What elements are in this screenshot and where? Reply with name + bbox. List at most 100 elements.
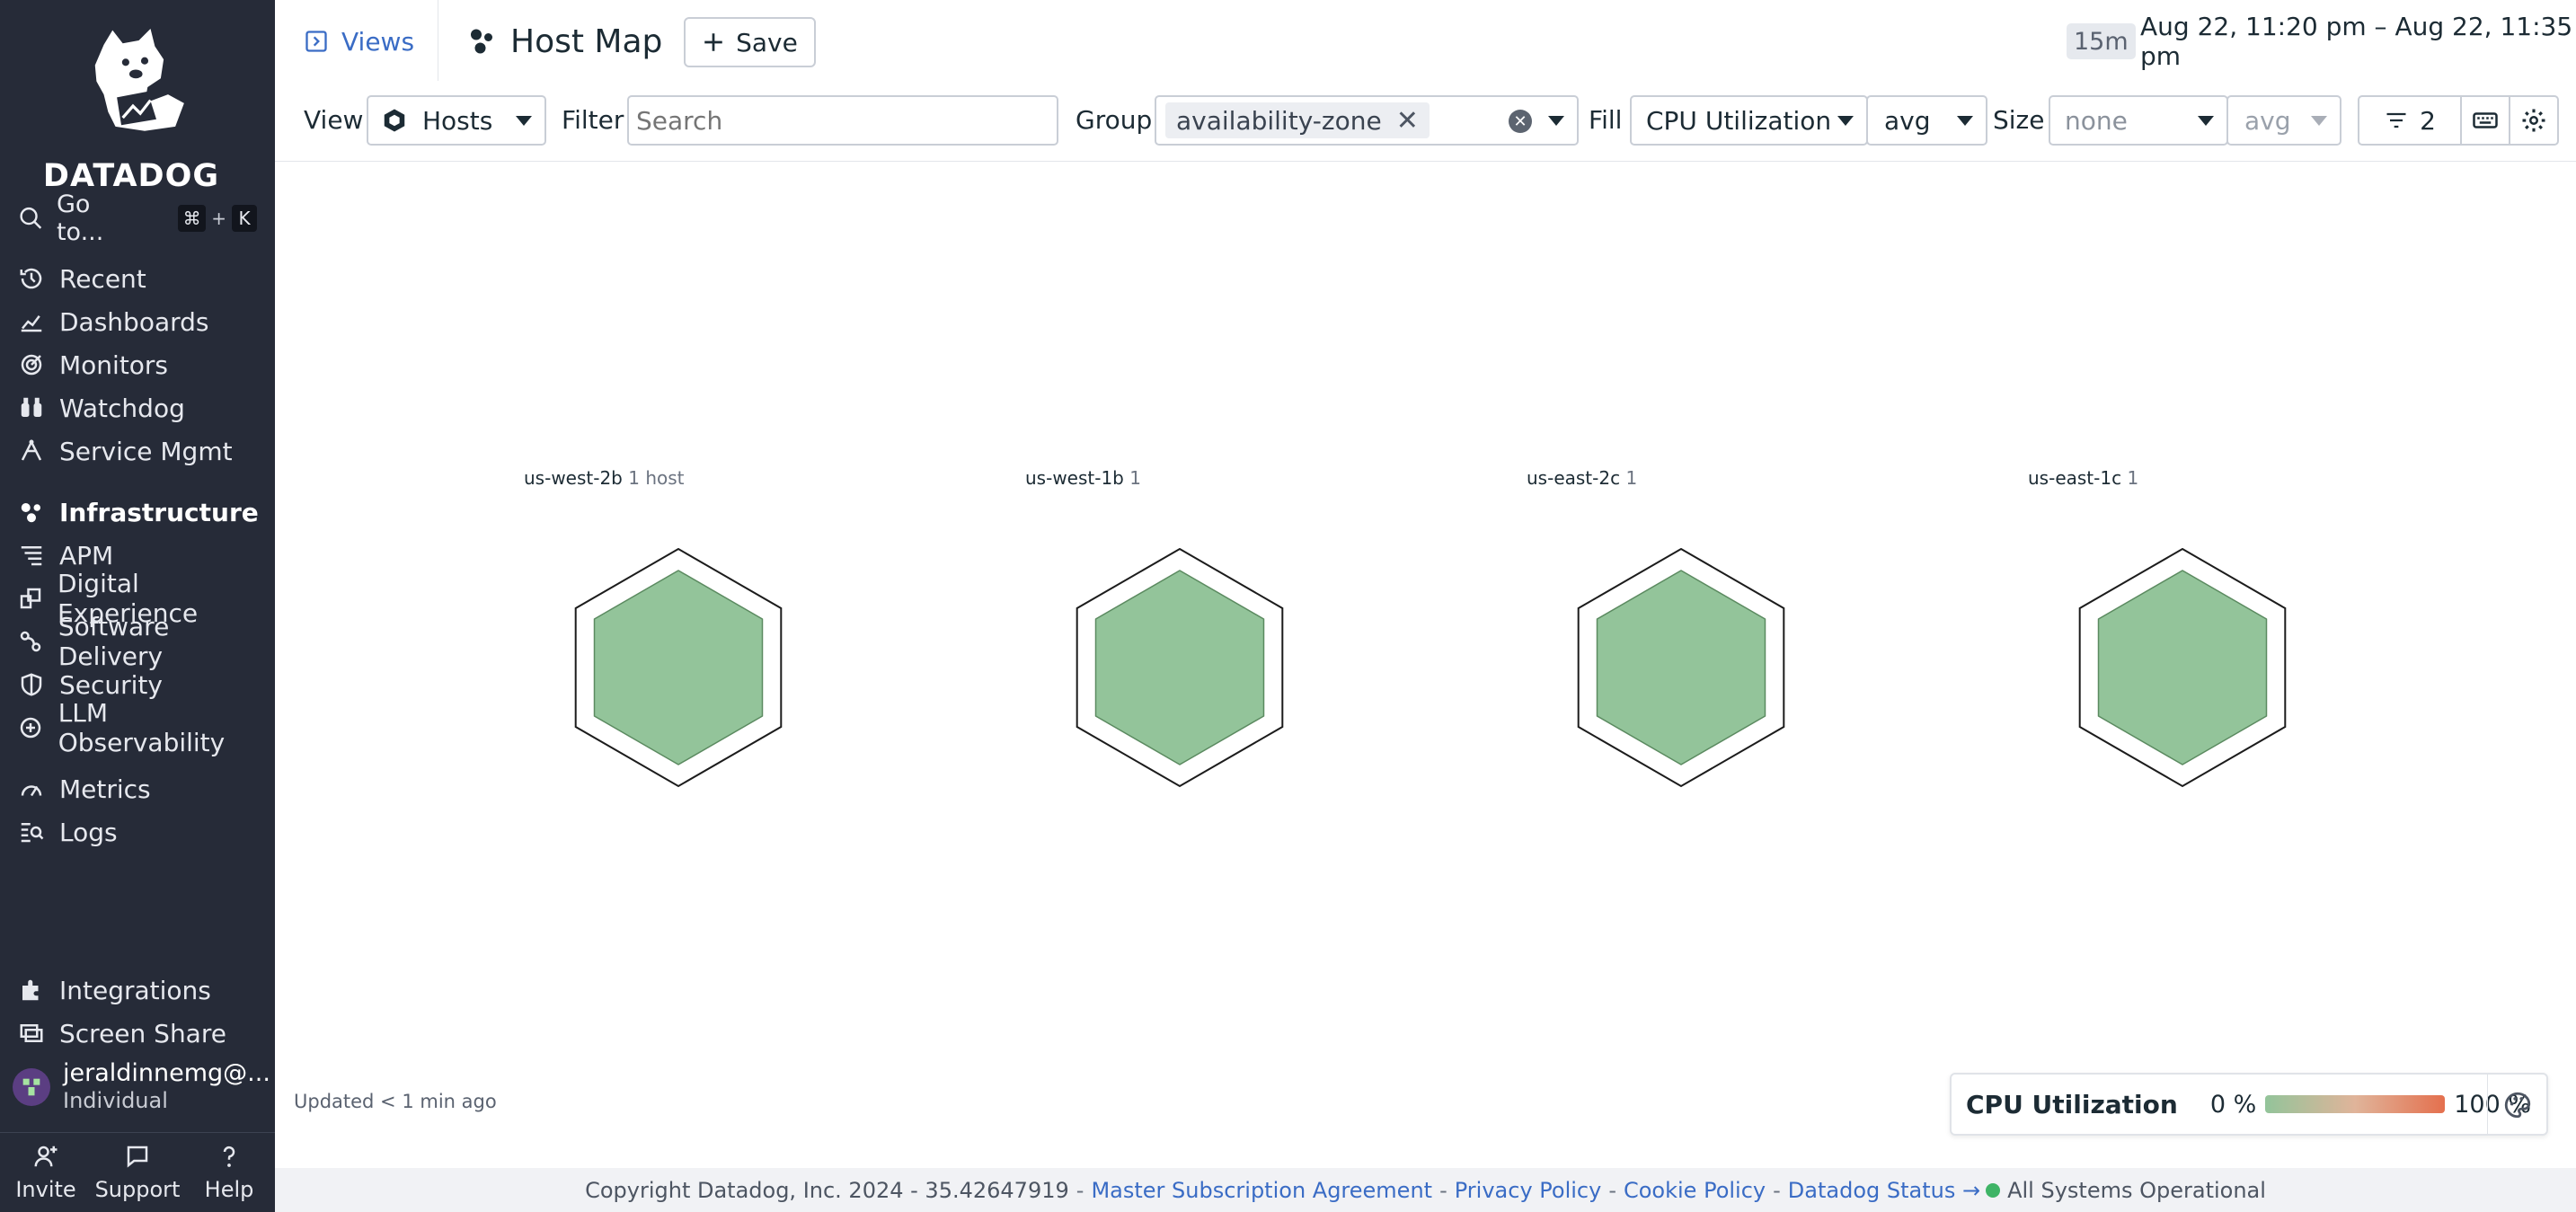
- time-range[interactable]: Aug 22, 11:20 pm – Aug 22, 11:35 pm: [2140, 12, 2576, 71]
- system-status: All Systems Operational: [2007, 1177, 2266, 1203]
- filter-label: Filter: [562, 104, 624, 135]
- goto-label: Go to...: [56, 190, 104, 246]
- chevron-down-icon: [2311, 116, 2327, 126]
- sidebar-item-software-delivery[interactable]: Software Delivery: [0, 612, 275, 671]
- fill-agg-value: avg: [1884, 105, 1931, 136]
- host-group-label: us-east-1c 1: [2028, 467, 2138, 489]
- puzzle-icon: [14, 973, 49, 1007]
- host-hexagon[interactable]: [1573, 548, 1789, 791]
- sidebar-item-label: Software Delivery: [58, 612, 170, 671]
- logs-icon: [14, 815, 49, 849]
- fill-metric-select[interactable]: CPU Utilization: [1630, 95, 1868, 146]
- help-icon: [223, 1146, 235, 1167]
- help-button[interactable]: Help: [183, 1133, 275, 1212]
- infrastructure-icon: [14, 495, 49, 529]
- sidebar-bottom-tools: Invite Support Help: [0, 1132, 275, 1212]
- chat-icon: [127, 1146, 148, 1168]
- settings-button[interactable]: [2509, 95, 2559, 146]
- metrics-icon: [14, 772, 49, 806]
- group-host-count: 1 host: [628, 467, 685, 489]
- group-host-count: 1: [2127, 467, 2139, 489]
- group-name: us-east-1c: [2028, 467, 2122, 489]
- dashboards-icon: [14, 305, 49, 339]
- group-name: us-west-2b: [524, 467, 623, 489]
- chevron-down-icon: [1548, 116, 1564, 126]
- save-button[interactable]: Save: [684, 17, 816, 67]
- gear-icon: [2522, 109, 2545, 132]
- fill-aggregation-select[interactable]: avg: [1866, 95, 1987, 146]
- datadog-logo[interactable]: DATADOG: [0, 16, 275, 194]
- views-button[interactable]: Views: [304, 22, 414, 61]
- sidebar-item-watchdog[interactable]: Watchdog: [0, 388, 275, 428]
- monitors-icon: [14, 348, 49, 382]
- master-subscription-link[interactable]: Master Subscription Agreement: [1091, 1178, 1432, 1203]
- sidebar-item-llm-observability[interactable]: LLM Observability: [0, 698, 275, 757]
- sidebar-item-label: Screen Share: [59, 1018, 226, 1048]
- software-delivery-icon: [14, 624, 48, 659]
- user-menu[interactable]: jeraldinnemg@... Individual: [13, 1057, 273, 1118]
- invite-button[interactable]: Invite: [0, 1133, 92, 1212]
- sidebar-item-metrics[interactable]: Metrics: [0, 769, 275, 809]
- sidebar-item-label: Infrastructure: [59, 497, 259, 527]
- sidebar-item-label: Metrics: [59, 774, 151, 804]
- footer-separator: -: [1439, 1177, 1447, 1203]
- sidebar-item-logs[interactable]: Logs: [0, 812, 275, 852]
- keyboard-icon: [2473, 112, 2498, 128]
- host-group-label: us-west-2b 1 host: [524, 467, 685, 489]
- filter-search-input[interactable]: [627, 95, 1058, 146]
- support-label: Support: [94, 1177, 181, 1202]
- filters-count: 2: [2420, 105, 2436, 136]
- sidebar-item-recent[interactable]: Recent: [0, 259, 275, 298]
- sidebar-item-integrations[interactable]: Integrations: [0, 970, 275, 1010]
- host-hexagon[interactable]: [2075, 548, 2290, 791]
- sidebar-item-label: Security: [59, 669, 163, 700]
- sidebar-item-monitors[interactable]: Monitors: [0, 345, 275, 385]
- host-hexagon[interactable]: [1072, 548, 1288, 791]
- llm-observability-icon: [14, 711, 48, 745]
- invite-icon: [34, 1146, 58, 1167]
- hexagon-icon: [384, 109, 405, 132]
- group-name: us-east-2c: [1527, 467, 1621, 489]
- time-window-badge[interactable]: 15m: [2067, 23, 2136, 59]
- fill-label: Fill: [1589, 104, 1623, 135]
- copyright-text: Copyright Datadog, Inc. 2024 - 35.426479…: [585, 1177, 1069, 1203]
- brand-name: DATADOG: [42, 158, 220, 194]
- host-map-icon: [471, 29, 492, 54]
- sidebar-item-label: Recent: [59, 263, 146, 294]
- sidebar-item-screen-share[interactable]: Screen Share: [0, 1013, 275, 1053]
- view-select[interactable]: Hosts: [367, 95, 546, 146]
- size-metric-select[interactable]: none: [2049, 95, 2228, 146]
- privacy-policy-link[interactable]: Privacy Policy: [1455, 1178, 1602, 1203]
- user-plan: Individual: [63, 1088, 168, 1113]
- filters-button[interactable]: 2: [2358, 95, 2462, 146]
- group-select[interactable]: availability-zone ✕ ✕: [1155, 95, 1579, 146]
- remove-tag-icon[interactable]: ✕: [1396, 105, 1419, 137]
- sidebar-item-dashboards[interactable]: Dashboards: [0, 302, 275, 341]
- sidebar-item-label: LLM Observability: [58, 698, 226, 757]
- avatar: [13, 1068, 50, 1106]
- size-metric-value: none: [2065, 105, 2128, 136]
- legend-title: CPU Utilization: [1966, 1089, 2178, 1119]
- host-group-label: us-west-1b 1: [1025, 467, 1141, 489]
- goto-search[interactable]: Go to... ⌘ + K: [18, 190, 257, 246]
- datadog-status-link[interactable]: Datadog Status →: [1788, 1178, 1980, 1203]
- sidebar-item-service-mgmt[interactable]: Service Mgmt: [0, 431, 275, 471]
- chevron-down-icon: [1837, 116, 1854, 126]
- sidebar-item-infrastructure[interactable]: Infrastructure: [0, 492, 275, 532]
- sidebar-item-label: Monitors: [59, 349, 169, 380]
- search-icon: [20, 207, 42, 229]
- service-mgmt-icon: [14, 434, 49, 468]
- group-label: Group: [1076, 104, 1153, 135]
- size-agg-value: avg: [2244, 105, 2291, 136]
- host-hexagon[interactable]: [571, 548, 786, 791]
- support-button[interactable]: Support: [92, 1133, 183, 1212]
- group-host-count: 1: [1625, 467, 1638, 489]
- fill-legend: CPU Utilization 0 % 100 %: [1950, 1073, 2548, 1136]
- view-select-value: Hosts: [422, 105, 493, 136]
- clear-icon[interactable]: ✕: [1509, 110, 1532, 133]
- palette-button[interactable]: [2500, 1087, 2536, 1123]
- footer-separator: -: [1773, 1177, 1781, 1203]
- kbd-cmd: ⌘: [177, 205, 207, 232]
- keyboard-shortcuts-button[interactable]: [2460, 95, 2510, 146]
- cookie-policy-link[interactable]: Cookie Policy: [1624, 1178, 1766, 1203]
